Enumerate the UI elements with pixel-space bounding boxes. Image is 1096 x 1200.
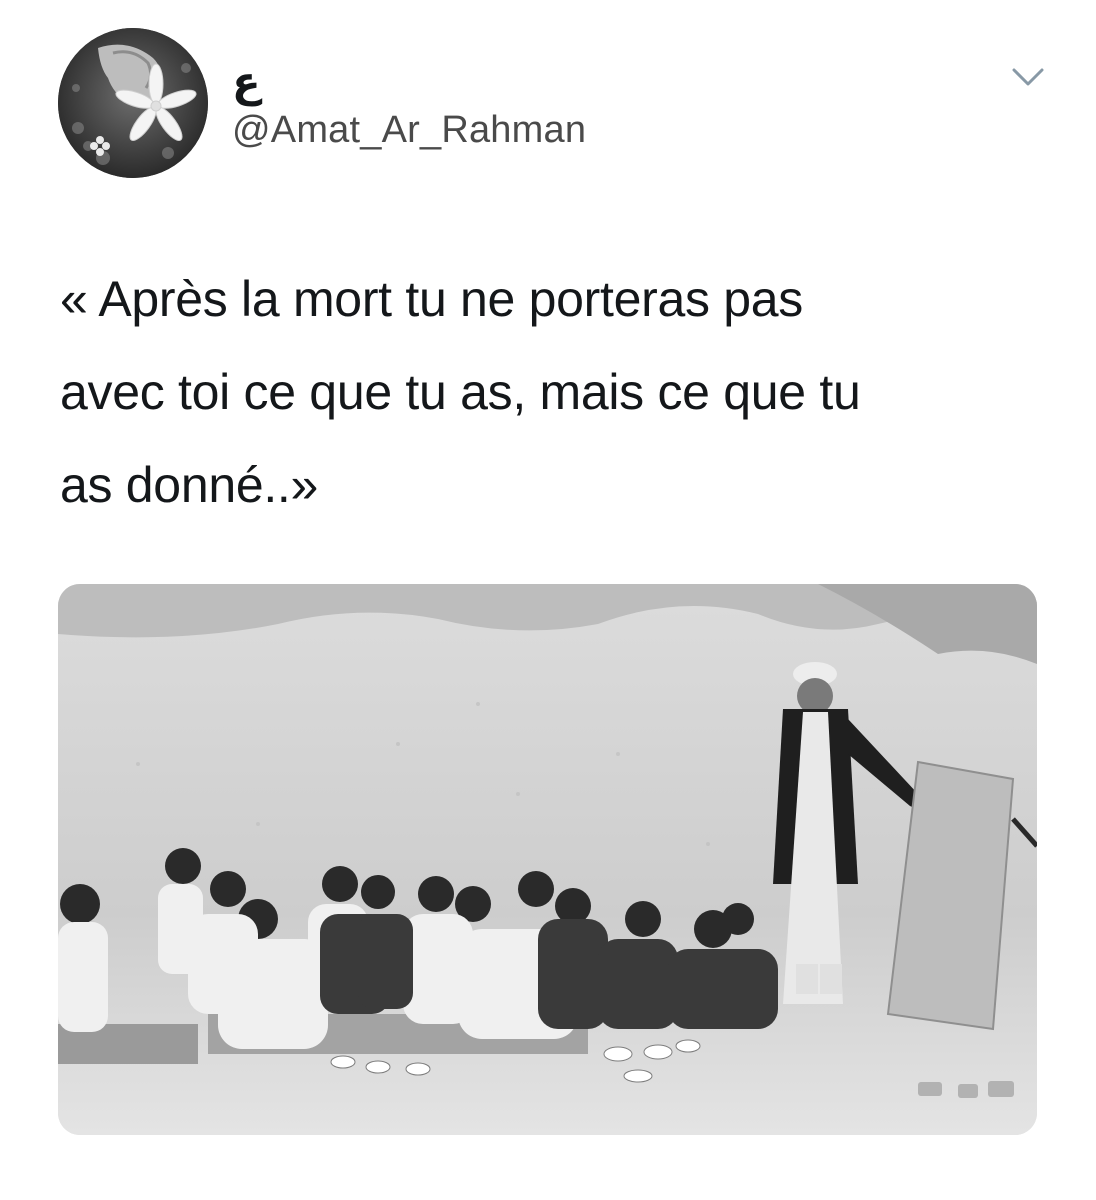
chevron-down-icon[interactable] <box>1008 62 1048 92</box>
user-handle[interactable]: @Amat_Ar_Rahman <box>232 107 586 153</box>
tweet-text: « Après la mort tu ne porteras pas avec … <box>60 271 861 513</box>
tweet-card[interactable]: ع @Amat_Ar_Rahman « Après la mort tu ne … <box>0 0 1096 1200</box>
display-name[interactable]: ع <box>232 58 261 106</box>
avatar[interactable] <box>58 28 208 178</box>
avatar-image <box>58 28 208 178</box>
tweet-photo[interactable] <box>58 584 1037 1135</box>
classroom-photo <box>58 584 1037 1135</box>
